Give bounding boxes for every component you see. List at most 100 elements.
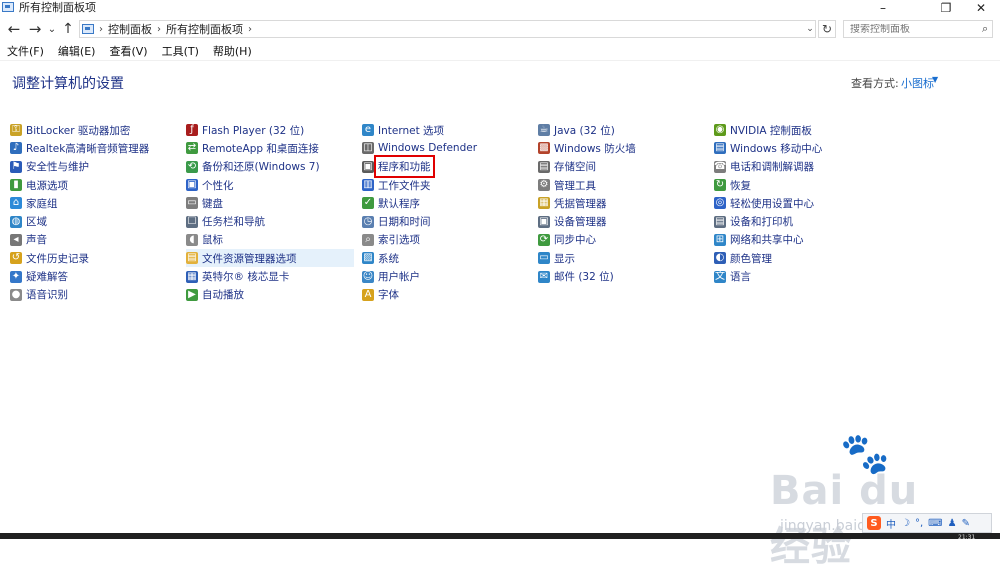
control-panel-item-mail[interactable]: ✉ 邮件 (32 位)	[538, 267, 714, 285]
remote-icon: ⇄	[186, 142, 198, 155]
control-panel-item-troubleshoot[interactable]: ✦ 疑难解答	[10, 267, 186, 285]
control-panel-icon	[82, 24, 94, 34]
volume-icon: ◂	[10, 233, 22, 246]
color-icon: ◐	[714, 252, 726, 265]
tools-icon[interactable]: ✎	[962, 518, 970, 529]
control-panel-item-folder-options[interactable]: ▤ 文件资源管理器选项	[186, 249, 354, 268]
defender-icon: ◫	[362, 142, 374, 155]
chevron-down-icon[interactable]: ▼	[932, 75, 938, 84]
menu-file[interactable]: 文件(F)	[0, 43, 51, 59]
item-label: BitLocker 驱动器加密	[26, 124, 131, 137]
control-panel-item-microphone[interactable]: ● 语音识别	[10, 286, 186, 304]
control-panel-item-credential[interactable]: ▦ 凭据管理器	[538, 194, 714, 212]
control-panel-item-keyboard[interactable]: ▭ 键盘	[186, 194, 362, 212]
breadcrumb-control-panel[interactable]: 控制面板	[108, 21, 152, 37]
system-icon: ▨	[362, 252, 374, 265]
control-panel-item-backup[interactable]: ⟲ 备份和还原(Windows 7)	[186, 158, 362, 176]
control-panel-item-personalize[interactable]: ▣ 个性化	[186, 176, 362, 194]
search-box[interactable]: ⌕	[843, 20, 993, 38]
view-by-dropdown[interactable]: 小图标	[901, 75, 934, 91]
item-label: 声音	[26, 234, 47, 247]
control-panel-item-battery[interactable]: ▮ 电源选项	[10, 176, 186, 194]
control-panel-item-internet[interactable]: e Internet 选项	[362, 121, 538, 139]
forward-button[interactable]: →	[26, 17, 44, 41]
search-icon[interactable]: ⌕	[982, 22, 988, 36]
control-panel-item-autoplay[interactable]: ▶ 自动播放	[186, 286, 362, 304]
control-panel-item-firewall[interactable]: ▩ Windows 防火墙	[538, 139, 714, 157]
up-button[interactable]: ↑	[60, 17, 76, 41]
breadcrumb-separator[interactable]: ›	[157, 24, 161, 35]
control-panel-item-globe[interactable]: ◍ 区域	[10, 212, 186, 230]
control-panel-item-clock[interactable]: ◷ 日期和时间	[362, 212, 538, 230]
control-panel-item-defender[interactable]: ◫ Windows Defender	[362, 139, 538, 157]
control-panel-item-speaker[interactable]: ♪ Realtek高清晰音频管理器	[10, 139, 186, 157]
breadcrumb-separator[interactable]: ›	[248, 24, 252, 35]
control-panel-item-sync[interactable]: ⟳ 同步中心	[538, 231, 714, 249]
punctuation-icon[interactable]: °,	[915, 518, 923, 529]
printer-icon: ▤	[714, 215, 726, 228]
control-panel-item-intel[interactable]: ▦ 英特尔® 核芯显卡	[186, 267, 362, 285]
control-panel-item-user[interactable]: ☺ 用户帐户	[362, 267, 538, 285]
sogou-icon[interactable]: S	[867, 516, 881, 530]
control-panel-item-printer[interactable]: ▤ 设备和打印机	[714, 212, 890, 230]
control-panel-item-java[interactable]: ☕ Java (32 位)	[538, 121, 714, 139]
menu-view[interactable]: 查看(V)	[102, 43, 154, 59]
address-bar[interactable]: › 控制面板 › 所有控制面板项 ›	[79, 20, 816, 38]
control-panel-item-remote[interactable]: ⇄ RemoteApp 和桌面连接	[186, 139, 362, 157]
control-panel-item-flag[interactable]: ⚑ 安全性与维护	[10, 158, 186, 176]
control-panel-item-taskbar[interactable]: ☐ 任务栏和导航	[186, 212, 362, 230]
control-panel-item-recovery[interactable]: ↻ 恢复	[714, 176, 890, 194]
control-panel-item-volume[interactable]: ◂ 声音	[10, 231, 186, 249]
recovery-icon: ↻	[714, 179, 726, 192]
item-label: 邮件 (32 位)	[554, 271, 614, 284]
control-panel-item-work-folders[interactable]: ▥ 工作文件夹	[362, 176, 538, 194]
refresh-button[interactable]: ↻	[818, 20, 836, 38]
flash-icon: ƒ	[186, 124, 198, 137]
control-panel-item-accessibility[interactable]: ◎ 轻松使用设置中心	[714, 194, 890, 212]
keyboard-icon: ▭	[186, 197, 198, 210]
minimize-button[interactable]: –	[860, 0, 906, 16]
ime-mode-chinese[interactable]: 中	[886, 516, 896, 531]
address-dropdown-icon[interactable]: ⌄	[804, 21, 816, 37]
menu-tools[interactable]: 工具(T)	[155, 43, 206, 59]
back-button[interactable]: ←	[5, 17, 23, 41]
control-panel-item-display[interactable]: ▭ 显示	[538, 249, 714, 267]
breadcrumb-all-items[interactable]: 所有控制面板项	[166, 21, 243, 37]
control-panel-item-storage[interactable]: ▤ 存储空间	[538, 158, 714, 176]
control-panel-item-network[interactable]: ⊞ 网络和共享中心	[714, 231, 890, 249]
control-panel-item-nvidia[interactable]: ◉ NVIDIA 控制面板	[714, 121, 890, 139]
menu-help[interactable]: 帮助(H)	[206, 43, 259, 59]
control-panel-item-history[interactable]: ↺ 文件历史记录	[10, 249, 186, 267]
globe-icon: ◍	[10, 215, 22, 228]
control-panel-item-mobility[interactable]: ▤ Windows 移动中心	[714, 139, 890, 157]
control-panel-item-language[interactable]: 文语言	[714, 267, 890, 285]
recent-locations-button[interactable]: ⌄	[46, 17, 58, 41]
folder-options-icon: ▤	[186, 252, 198, 265]
control-panel-item-key[interactable]: ⚿ BitLocker 驱动器加密	[10, 121, 186, 139]
default-programs-icon: ✓	[362, 197, 374, 210]
control-panel-item-phone[interactable]: ☎ 电话和调制解调器	[714, 158, 890, 176]
control-panel-item-homegroup[interactable]: ⌂ 家庭组	[10, 194, 186, 212]
history-icon: ↺	[10, 252, 22, 265]
control-panel-item-index[interactable]: ⌕ 索引选项	[362, 231, 538, 249]
menu-edit[interactable]: 编辑(E)	[51, 43, 103, 59]
control-panel-item-admin-tools[interactable]: ⚙ 管理工具	[538, 176, 714, 194]
search-input[interactable]	[844, 23, 982, 35]
index-icon: ⌕	[362, 233, 374, 246]
control-panel-item-color[interactable]: ◐ 颜色管理	[714, 249, 890, 267]
items-column: e Internet 选项 ◫ Windows Defender ▣ 程序和功能 ▥ 工作文件…	[362, 121, 538, 304]
control-panel-item-device-manager[interactable]: ▣ 设备管理器	[538, 212, 714, 230]
speaker-icon: ♪	[10, 142, 22, 155]
user-icon[interactable]: ♟	[948, 518, 957, 529]
control-panel-item-programs[interactable]: ▣ 程序和功能	[362, 155, 538, 179]
control-panel-item-system[interactable]: ▨ 系统	[362, 249, 538, 267]
close-button[interactable]: ✕	[958, 0, 1000, 16]
control-panel-item-flash[interactable]: ƒ Flash Player (32 位)	[186, 121, 362, 139]
flag-icon: ⚑	[10, 160, 22, 173]
keyboard-icon[interactable]: ⌨	[928, 518, 942, 529]
moon-icon[interactable]: ☽	[901, 518, 910, 529]
control-panel-item-font[interactable]: A 字体	[362, 286, 538, 304]
control-panel-item-default-programs[interactable]: ✓ 默认程序	[362, 194, 538, 212]
item-label: 颜色管理	[730, 252, 772, 265]
control-panel-item-mouse[interactable]: ◖ 鼠标	[186, 231, 362, 249]
